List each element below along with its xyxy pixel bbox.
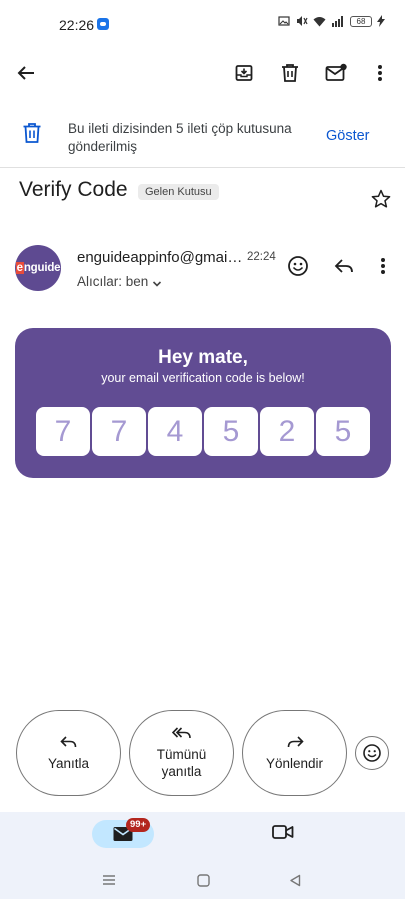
verification-card: Hey mate, your email verification code i… (15, 328, 391, 478)
star-icon (371, 189, 391, 208)
home-button[interactable] (193, 870, 213, 890)
emoji-icon (363, 744, 381, 762)
square-icon (196, 873, 210, 887)
code-digit: 2 (260, 407, 314, 456)
archive-icon (235, 65, 253, 81)
trash-icon (282, 64, 298, 82)
mail-count-badge: 99+ (126, 818, 151, 832)
forward-icon (287, 735, 304, 747)
avatar-logo-letter: e (15, 262, 24, 274)
email-subject: Verify Code (19, 178, 128, 201)
signal-icon (332, 15, 343, 27)
video-camera-icon (272, 825, 294, 839)
trash-notice-text: Bu ileti dizisinden 5 ileti çöp kutusuna… (68, 121, 292, 154)
mark-unread-button[interactable] (321, 58, 351, 88)
react-button[interactable] (355, 736, 389, 770)
mute-icon (297, 16, 308, 26)
reply-all-button[interactable]: Tümünü yanıtla (129, 710, 234, 796)
star-button[interactable] (371, 189, 391, 214)
reply-icon (59, 735, 76, 747)
code-digit: 5 (316, 407, 370, 456)
nav-meet-tab[interactable] (272, 824, 294, 845)
battery-indicator: 68 (350, 15, 372, 27)
emoji-icon (288, 256, 308, 276)
status-time: 22:26 (59, 17, 95, 33)
trash-notice-icon (22, 122, 42, 149)
charging-icon (377, 15, 385, 27)
toolbar (0, 50, 405, 94)
card-title: Hey mate, (158, 347, 248, 368)
app-notification-icon (97, 18, 109, 30)
sender-avatar[interactable]: e nguide (15, 245, 61, 291)
message-more-button[interactable] (370, 253, 396, 279)
code-digit: 4 (148, 407, 202, 456)
more-options-button[interactable] (365, 58, 395, 88)
more-vert-icon (381, 258, 385, 274)
status-bar: 22:26 68 (0, 0, 405, 50)
card-subtitle: your email verification code is below! (101, 371, 305, 385)
wifi-icon (313, 16, 326, 26)
reply-icon (334, 259, 353, 273)
forward-button[interactable]: Yönlendir (242, 710, 347, 796)
trash-notice: Bu ileti dizisinden 5 ileti çöp kutusuna… (0, 106, 405, 168)
more-vert-icon (378, 65, 382, 81)
menu-icon (103, 875, 115, 885)
recipients-expand[interactable] (152, 276, 162, 294)
reply-label: Yanıtla (47, 755, 90, 771)
quick-reply-button[interactable] (331, 253, 357, 279)
reply-button[interactable]: Yanıtla (16, 710, 121, 796)
code-digit: 7 (92, 407, 146, 456)
delete-button[interactable] (275, 58, 305, 88)
mail-unread-icon (325, 63, 347, 81)
code-digits: 7 7 4 5 2 5 (36, 407, 370, 456)
system-navigation (0, 862, 405, 899)
sender-address[interactable]: enguideappinfo@gmail.com (77, 249, 243, 266)
back-button[interactable] (11, 58, 41, 88)
inbox-label-chip[interactable]: Gelen Kutusu (138, 184, 219, 200)
show-trashed-button[interactable]: Göster (326, 128, 370, 144)
status-icons: 68 (278, 15, 385, 27)
avatar-logo-text: nguide (23, 262, 61, 274)
code-digit: 5 (204, 407, 258, 456)
forward-label: Yönlendir (265, 755, 324, 771)
recents-button[interactable] (99, 870, 119, 890)
system-back-button[interactable] (285, 870, 305, 890)
bottom-navigation: 99+ (0, 812, 405, 862)
add-reaction-button[interactable] (285, 253, 311, 279)
arrow-back-icon (17, 66, 34, 80)
archive-button[interactable] (229, 58, 259, 88)
reply-all-label-line1: Tümünü (156, 747, 207, 762)
recipients-summary[interactable]: Alıcılar: ben (77, 274, 148, 289)
code-digit: 7 (36, 407, 90, 456)
reply-all-icon (171, 727, 191, 739)
reply-all-label-line2: yanıtla (161, 764, 202, 779)
image-notification-icon (278, 16, 290, 26)
chevron-down-icon (152, 281, 162, 287)
triangle-back-icon (290, 874, 301, 886)
email-time: 22:24 (247, 251, 276, 263)
